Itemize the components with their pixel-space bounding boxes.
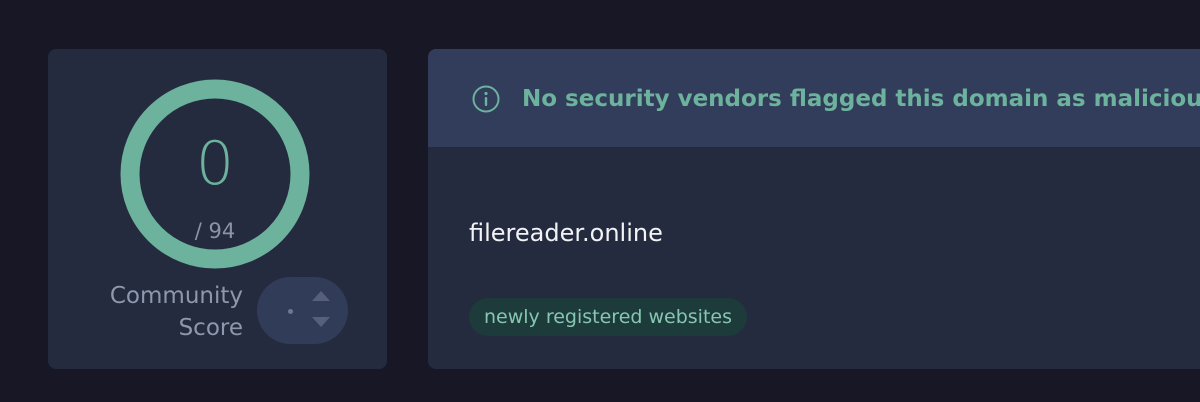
verdict-banner: No security vendors flagged this domain … (428, 49, 1200, 147)
info-icon (472, 85, 500, 113)
community-score-card: 0 / 94 Community Score (48, 49, 387, 369)
community-vote-control[interactable] (257, 277, 348, 344)
detection-count: 0 (195, 129, 235, 199)
community-score-label-line2: Score (178, 315, 243, 341)
domain-detail-card: No security vendors flagged this domain … (428, 49, 1200, 369)
community-score-label-line1: Community (109, 283, 243, 309)
domain-name: filereader.online (469, 219, 663, 247)
community-score-label: Community Score (110, 280, 243, 344)
detection-ring: 0 / 94 (120, 79, 310, 269)
verdict-text: No security vendors flagged this domain … (522, 86, 1200, 112)
detection-total: / 94 (194, 219, 236, 243)
upvote-icon[interactable] (312, 291, 330, 301)
category-tag[interactable]: newly registered websites (469, 298, 747, 336)
downvote-icon[interactable] (312, 317, 330, 327)
community-vote-value (288, 309, 293, 314)
